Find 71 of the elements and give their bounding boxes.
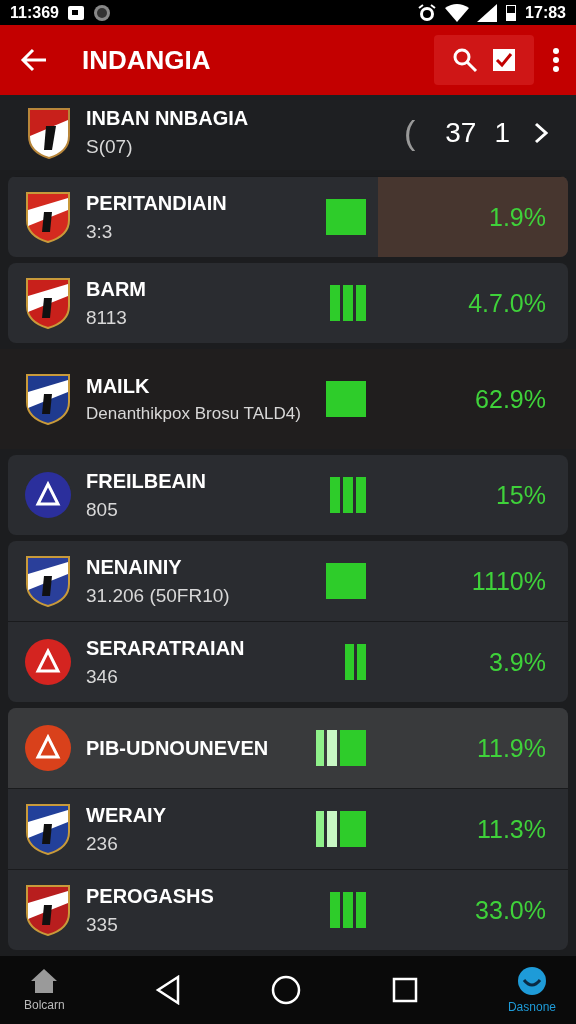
wifi-icon: [445, 3, 470, 22]
back-icon[interactable]: [20, 48, 48, 72]
score-text: 37: [445, 116, 477, 149]
percent-value: 3.9%: [488, 647, 546, 677]
count-text: 1: [494, 116, 510, 149]
home-circle-icon[interactable]: [271, 975, 302, 1005]
team-name: SERARATRAIAN: [86, 636, 245, 660]
team-name: PERITANDIAIN: [86, 191, 227, 215]
team-name: PIB-UDNOUNEVEN: [86, 736, 269, 760]
team-detail: 31.206 (50FR10): [86, 584, 230, 607]
team-row[interactable]: PERITANDIAIN 3:3 1.9%: [8, 176, 568, 257]
recents-icon[interactable]: [391, 977, 418, 1003]
team-detail: Denanthikpox Brosu TALD4): [86, 403, 301, 424]
percent-value: 11.3%: [475, 814, 546, 844]
team-detail: 335: [86, 913, 119, 936]
alarm-icon: [417, 3, 438, 22]
crest-icon: [26, 105, 72, 160]
team-detail: 236: [86, 832, 119, 855]
bar-graph-icon: [345, 643, 366, 681]
bar-graph-icon: [316, 729, 366, 767]
nav-label: Bolcarn: [24, 998, 65, 1012]
bar-graph-icon: [326, 198, 366, 236]
status-time: 11:369: [10, 3, 59, 22]
checkbox-icon[interactable]: [492, 48, 516, 72]
team-row[interactable]: PIB-UDNOUNEVEN 11.9%: [8, 708, 568, 788]
team-name: FREILBEAIN: [86, 469, 206, 493]
team-row[interactable]: MAILK Denanthikpox Brosu TALD4) 62.9%: [0, 349, 576, 449]
team-name: PEROGASHS: [86, 884, 214, 908]
percent-value: 11.9%: [475, 733, 546, 763]
team-name: WERAIY: [86, 803, 166, 827]
app-icon: [92, 3, 111, 22]
team-row[interactable]: WERAIY 236 11.3%: [8, 788, 568, 869]
team-detail: 3:3: [86, 220, 114, 243]
percent-value: 15%: [494, 480, 546, 510]
percent-value: 62.9%: [474, 384, 546, 414]
team-row[interactable]: SERARATRAIAN 346 3.9%: [8, 621, 568, 702]
bar-graph-icon: [330, 476, 366, 514]
search-icon[interactable]: [452, 47, 478, 73]
team-name: INBAN NNBAGIA: [86, 107, 249, 130]
percent-value: 33.0%: [474, 895, 546, 925]
nav-label: Dasnone: [507, 1000, 556, 1014]
app-title: INDANGIA: [82, 44, 211, 76]
team-row[interactable]: FREILBEAIN 805 15%: [8, 455, 568, 535]
team-detail: 805: [86, 498, 119, 521]
percent-value: 1.9%: [488, 202, 546, 232]
team-name: MAILK: [86, 374, 151, 398]
bracket-mark: (: [403, 113, 416, 152]
bar-graph-icon: [326, 562, 366, 600]
team-row[interactable]: NENAINIY 31.206 (50FR10) 1110%: [8, 541, 568, 621]
status-time: 17:83: [525, 3, 566, 22]
battery-icon: [505, 3, 518, 22]
bar-graph-icon: [330, 284, 366, 322]
team-row[interactable]: BARM 8113 4.7.0%: [8, 263, 568, 343]
smile-badge-icon[interactable]: [516, 966, 547, 996]
bar-graph-icon: [316, 810, 366, 848]
team-detail: 346: [86, 665, 119, 688]
percent-value: 1110%: [470, 566, 546, 596]
team-name: BARM: [86, 277, 146, 301]
home-icon[interactable]: [30, 968, 59, 994]
percent-value: 4.7.0%: [467, 288, 546, 318]
notification-icon: [66, 4, 85, 21]
bar-graph-icon: [326, 380, 366, 418]
menu-icon[interactable]: [552, 47, 560, 73]
bar-graph-icon: [330, 891, 366, 929]
team-name: NENAINIY: [86, 555, 183, 579]
signal-icon: [477, 3, 498, 22]
team-detail: S(07): [86, 136, 134, 158]
team-detail: 8113: [86, 306, 128, 329]
back-icon[interactable]: [155, 975, 181, 1005]
team-row[interactable]: PEROGASHS 335 33.0%: [8, 869, 568, 950]
chevron-right-icon[interactable]: [534, 121, 548, 144]
